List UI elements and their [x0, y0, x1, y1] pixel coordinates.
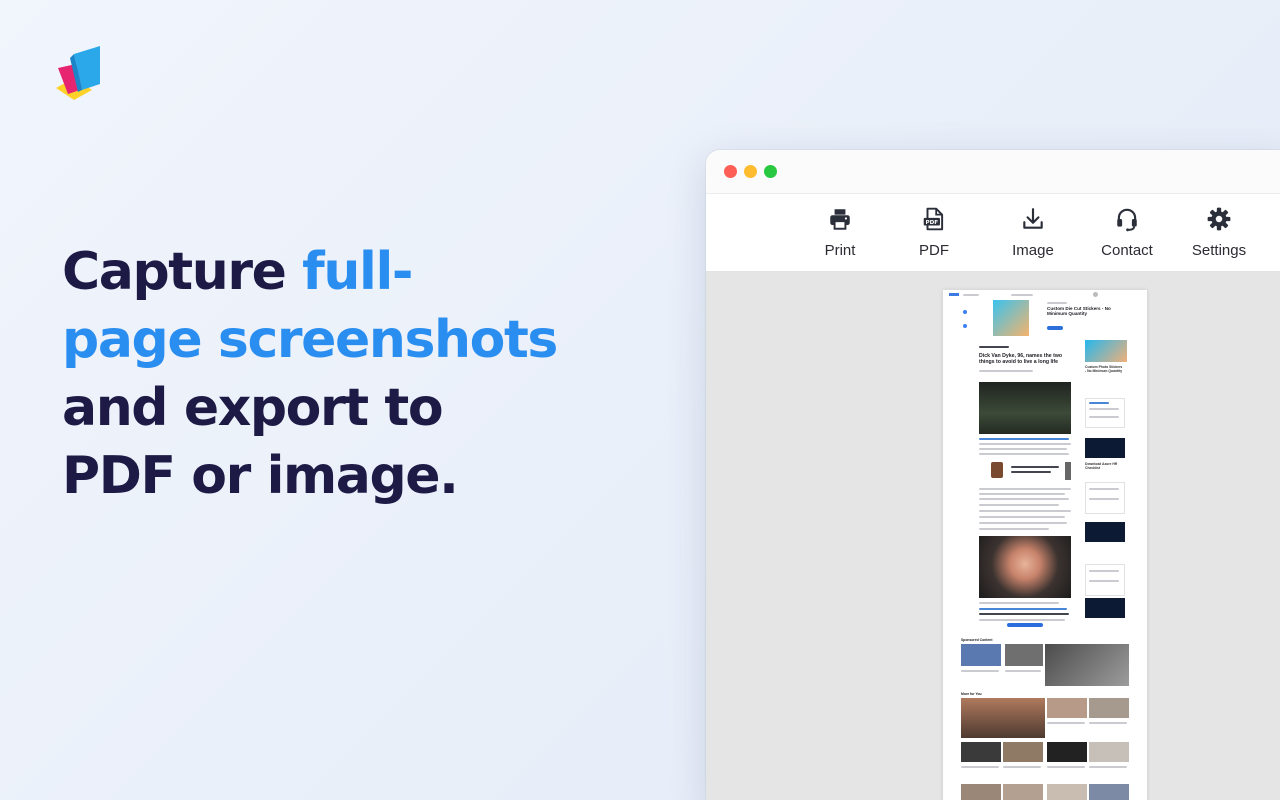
settings-label: Settings [1191, 242, 1247, 259]
side-card-image [1085, 598, 1125, 618]
avatar [1093, 292, 1098, 297]
article-video[interactable] [979, 382, 1071, 434]
headset-icon [1117, 208, 1137, 232]
headline-line-4: PDF or image. [62, 446, 459, 506]
app-window: Print PDF PDF Image Contact Settings Cus… [706, 150, 1280, 800]
sponsored-image-large [1045, 644, 1129, 686]
download-icon [1023, 208, 1043, 229]
side-card-image [1085, 438, 1125, 458]
side-card-image [1085, 522, 1125, 542]
article-title: Dick Van Dyke, 96, names the two things … [979, 353, 1063, 365]
contact-button[interactable]: Contact [1087, 206, 1167, 259]
section-sponsored: Sponsored Content [961, 638, 993, 642]
toolbar: Print PDF PDF Image Contact Settings [706, 194, 1280, 272]
headline-accent-text: full- [302, 242, 413, 302]
sponsored-image [961, 644, 1001, 666]
close-window-button[interactable] [724, 165, 737, 178]
feed-image [1047, 698, 1087, 718]
svg-text:PDF: PDF [926, 220, 939, 226]
feed-image [1089, 784, 1129, 800]
feed-image [1089, 698, 1129, 718]
feed-image [1047, 742, 1087, 762]
captured-page-preview[interactable]: Custom Die Cut Stickers - No Minimum Qua… [943, 290, 1147, 800]
feed-image-large [961, 698, 1045, 738]
rail-dot [963, 324, 967, 328]
ad-image [993, 300, 1029, 336]
print-label: Print [824, 242, 856, 259]
feed-image [1003, 742, 1043, 762]
title-bar [706, 150, 1280, 194]
section-more: More for You [961, 692, 982, 696]
side-ad-title: Custom Photo Stickers - No Minimum Quant… [1085, 365, 1123, 373]
contact-label: Contact [1101, 242, 1153, 259]
settings-button[interactable]: Settings [1179, 206, 1259, 259]
pdf-file-icon: PDF [923, 207, 944, 231]
feed-image [1003, 784, 1043, 800]
carousel-arrow[interactable] [1065, 462, 1071, 480]
image-label: Image [1012, 242, 1054, 259]
side-ad-image [1085, 340, 1127, 362]
feed-image [961, 784, 1001, 800]
pdf-button[interactable]: PDF PDF [894, 206, 974, 259]
printer-icon [830, 209, 850, 230]
continue-reading-button[interactable] [1007, 623, 1043, 627]
pdf-label: PDF [919, 242, 949, 259]
zoom-window-button[interactable] [764, 165, 777, 178]
headline-line-3: and export to [62, 378, 444, 438]
site-logo [949, 293, 959, 296]
minimize-window-button[interactable] [744, 165, 757, 178]
headline: Capture full- page screenshots and expor… [62, 238, 582, 510]
preview-area[interactable]: Custom Die Cut Stickers - No Minimum Qua… [706, 272, 1280, 800]
ad-button[interactable] [1047, 326, 1063, 330]
feed-image [961, 742, 1001, 762]
product-image [991, 462, 1003, 478]
rail-dot [963, 310, 967, 314]
feed-image [1047, 784, 1087, 800]
gear-icon [1207, 207, 1231, 231]
ad-title: Custom Die Cut Stickers - No Minimum Qua… [1047, 306, 1111, 317]
headline-text: Capture [62, 242, 303, 302]
side-card-title: Download Azure HR Checklist [1085, 462, 1118, 470]
sponsored-image [1005, 644, 1043, 666]
feed-image [1089, 742, 1129, 762]
headline-line-1: Capture full- [62, 238, 582, 306]
print-button[interactable]: Print [800, 206, 880, 259]
image-button[interactable]: Image [993, 206, 1073, 259]
layered-pages-logo-icon [56, 46, 100, 100]
headline-line-2: page screenshots [62, 310, 558, 370]
article-photo [979, 536, 1071, 598]
